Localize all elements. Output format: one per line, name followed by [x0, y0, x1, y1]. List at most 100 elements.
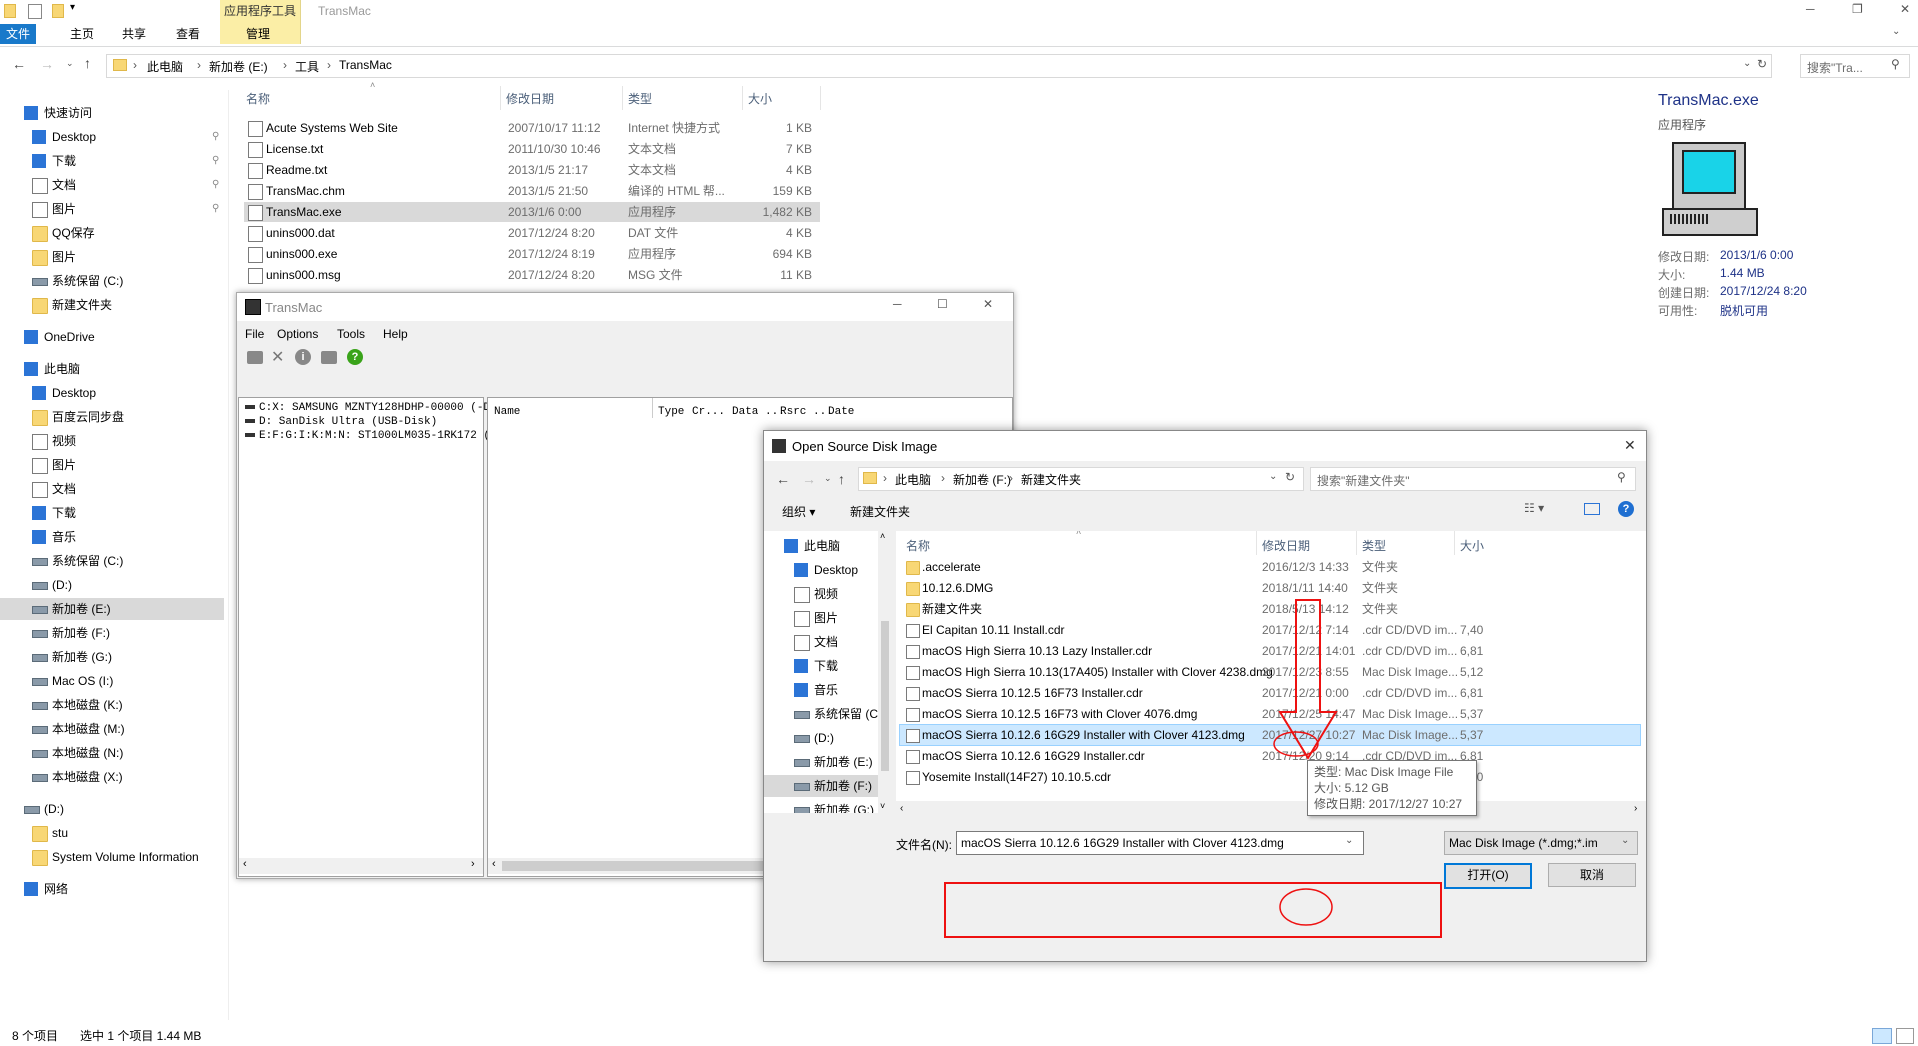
dialog-search-input[interactable]: 搜索"新建文件夹" ⚲ — [1310, 467, 1636, 491]
vertical-scrollbar[interactable]: ˄ ˅ — [878, 531, 892, 813]
horizontal-scrollbar[interactable]: ‹ › — [239, 858, 483, 874]
column-header-rsrc[interactable]: Rsrc ... — [780, 406, 833, 418]
chevron-down-icon[interactable]: ⌄ — [1892, 26, 1900, 37]
pin-icon[interactable]: ⚲ — [212, 126, 219, 148]
column-header-date[interactable]: 修改日期 — [506, 90, 554, 107]
tab-view[interactable]: 查看 — [166, 24, 210, 44]
column-header-type[interactable]: 类型 — [628, 90, 652, 107]
tab-share[interactable]: 共享 — [112, 24, 156, 44]
dialog-file-row[interactable]: Yosemite Install(14F27) 10.10.5.cdr.cdr … — [900, 767, 1640, 787]
nav-item[interactable]: 网络 — [0, 878, 224, 900]
file-row[interactable]: unins000.msg 2017/12/24 8:20 MSG 文件 11 KB — [244, 265, 820, 285]
file-row[interactable]: License.txt 2011/10/30 10:46 文本文档 7 KB — [244, 139, 820, 159]
menu-tools[interactable]: Tools — [337, 327, 365, 341]
minimize-icon[interactable]: ─ — [893, 297, 902, 311]
nav-item[interactable]: 图片 ⚲ — [0, 198, 224, 220]
open-folder-icon[interactable] — [247, 351, 263, 364]
column-header-date[interactable]: 修改日期 — [1262, 537, 1310, 554]
info-icon[interactable]: i — [295, 349, 311, 365]
nav-item[interactable]: 视频 — [0, 430, 224, 452]
maximize-icon[interactable]: ☐ — [937, 297, 948, 311]
nav-item[interactable]: System Volume Information — [0, 846, 224, 868]
new-folder-button[interactable]: 新建文件夹 — [850, 503, 910, 520]
dialog-file-row[interactable]: 10.12.6.DMG 2018/1/11 14:40 文件夹 — [900, 578, 1640, 598]
nav-item[interactable]: 下载 — [0, 502, 224, 524]
nav-item[interactable]: 图片 — [0, 246, 224, 268]
scroll-left-icon[interactable]: ‹ — [492, 858, 496, 870]
file-row[interactable]: TransMac.chm 2013/1/5 21:50 编译的 HTML 帮... 1… — [244, 181, 820, 201]
chevron-down-icon[interactable]: ⌄ — [1743, 58, 1751, 69]
horizontal-scrollbar[interactable]: ‹ › — [896, 803, 1646, 817]
dialog-nav-item[interactable]: 视频 — [764, 583, 878, 605]
nav-item[interactable]: stu — [0, 822, 224, 844]
drive-item[interactable]: C:X: SAMSUNG MZNTY128HDHP-00000 (-Dis — [245, 402, 503, 414]
menu-options[interactable]: Options — [277, 327, 318, 341]
cancel-button[interactable]: 取消 — [1548, 863, 1636, 887]
dialog-nav-item[interactable]: 新加卷 (G:) — [764, 799, 878, 813]
breadcrumb-this-pc[interactable]: 此电脑 — [147, 58, 183, 75]
dialog-file-row[interactable]: .accelerate 2016/12/3 14:33 文件夹 — [900, 557, 1640, 577]
nav-item[interactable]: 下载 ⚲ — [0, 150, 224, 172]
close-icon[interactable]: ✕ — [1624, 437, 1636, 454]
nav-item[interactable]: QQ保存 — [0, 222, 224, 244]
up-icon[interactable]: ↑ — [84, 55, 91, 71]
nav-item[interactable]: 本地磁盘 (N:) — [0, 742, 224, 764]
dialog-nav-item[interactable]: 新加卷 (F:) — [764, 775, 878, 797]
organize-button[interactable]: 组织 ▾ — [782, 503, 815, 520]
nav-item[interactable]: 系统保留 (C:) — [0, 270, 224, 292]
chevron-down-icon[interactable]: ⌄ — [1269, 471, 1277, 482]
nav-item[interactable]: 文档 — [0, 478, 224, 500]
chevron-down-icon[interactable]: ⌄ — [1621, 835, 1629, 846]
tab-home[interactable]: 主页 — [60, 24, 104, 44]
tab-manage[interactable]: 管理 — [236, 24, 280, 44]
nav-item[interactable]: Desktop ⚲ — [0, 126, 224, 148]
nav-item[interactable]: 图片 — [0, 454, 224, 476]
pin-icon[interactable]: ⚲ — [212, 174, 219, 196]
pin-icon[interactable]: ⚲ — [212, 150, 219, 172]
scroll-right-icon[interactable]: › — [471, 858, 475, 870]
file-row[interactable]: unins000.dat 2017/12/24 8:20 DAT 文件 4 KB — [244, 223, 820, 243]
nav-item[interactable]: 百度云同步盘 — [0, 406, 224, 428]
pin-icon[interactable]: ⚲ — [212, 198, 219, 220]
dialog-nav-item[interactable]: 下载 — [764, 655, 878, 677]
nav-item[interactable]: (D:) — [0, 798, 224, 820]
column-header-name[interactable]: Name — [494, 406, 520, 418]
file-row[interactable]: Acute Systems Web Site 2007/10/17 11:12 In… — [244, 118, 820, 138]
search-icon[interactable]: ⚲ — [1617, 470, 1626, 484]
nav-item[interactable]: 本地磁盘 (K:) — [0, 694, 224, 716]
breadcrumb-transmac[interactable]: TransMac — [339, 58, 392, 72]
file-type-select[interactable]: Mac Disk Image (*.dmg;*.im ⌄ — [1444, 831, 1638, 855]
scroll-right-icon[interactable]: › — [1634, 803, 1637, 814]
nav-item[interactable]: 新建文件夹 — [0, 294, 224, 316]
view-options-icon[interactable]: ☷ ▾ — [1524, 501, 1544, 515]
up-icon[interactable]: ↑ — [838, 471, 845, 487]
dialog-nav-item[interactable]: 图片 — [764, 607, 878, 629]
forward-icon[interactable]: → — [802, 471, 816, 487]
scroll-up-icon[interactable]: ˄ — [880, 531, 885, 541]
column-header-type[interactable]: 类型 — [1362, 537, 1386, 554]
forward-icon[interactable]: → — [40, 56, 54, 72]
nav-item[interactable]: 本地磁盘 (M:) — [0, 718, 224, 740]
breadcrumb-new-folder[interactable]: 新建文件夹 — [1021, 471, 1081, 488]
column-header-name[interactable]: 名称 — [906, 537, 930, 554]
column-header-size[interactable]: 大小 — [1460, 537, 1484, 554]
drive-item[interactable]: D: SanDisk Ultra (USB-Disk) — [245, 416, 437, 428]
search-icon[interactable]: ⚲ — [1891, 57, 1900, 71]
large-icons-view-icon[interactable] — [1896, 1028, 1914, 1044]
dialog-nav-item[interactable]: Desktop — [764, 559, 878, 581]
scroll-left-icon[interactable]: ‹ — [243, 858, 247, 870]
column-header-data[interactable]: Data ... — [732, 406, 785, 418]
chevron-down-icon[interactable]: ⌄ — [1345, 835, 1353, 846]
dialog-address-bar[interactable]: › 此电脑 › 新加卷 (F:) › 新建文件夹 ⌄ ↻ — [858, 467, 1304, 491]
nav-item[interactable]: 文档 ⚲ — [0, 174, 224, 196]
delete-icon[interactable]: ✕ — [271, 347, 284, 367]
details-view-icon[interactable] — [1872, 1028, 1892, 1044]
new-folder-icon[interactable] — [52, 4, 64, 18]
column-header-date[interactable]: Date — [828, 406, 854, 418]
recent-locations-icon[interactable]: ⌄ — [824, 473, 832, 484]
breadcrumb-drive-e[interactable]: 新加卷 (E:) — [209, 58, 268, 75]
folder-icon[interactable] — [4, 4, 16, 18]
help-icon[interactable]: ? — [347, 349, 363, 365]
close-icon[interactable]: ✕ — [1900, 2, 1910, 16]
column-header-type[interactable]: Type — [658, 406, 684, 418]
